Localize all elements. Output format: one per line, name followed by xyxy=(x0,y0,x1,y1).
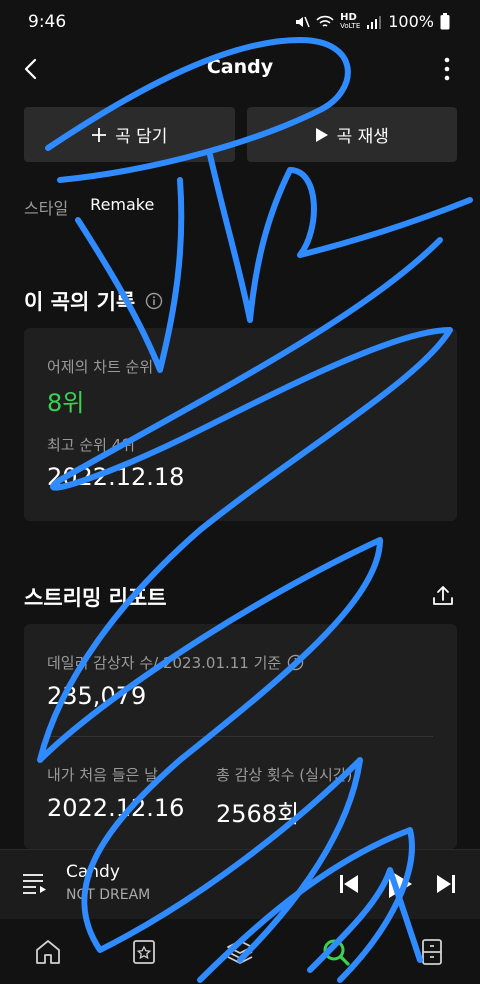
bottom-navigation xyxy=(0,919,480,984)
now-playing-artist: NCT DREAM xyxy=(66,887,151,903)
scribble-stroke-3 xyxy=(207,152,473,323)
daily-listeners-value: 235,079 xyxy=(47,682,147,710)
add-song-button[interactable]: 곡 담기 xyxy=(24,107,235,162)
plus-icon xyxy=(92,127,107,142)
more-options-button[interactable] xyxy=(430,52,464,86)
chart-rank-value: 8위 xyxy=(47,389,85,417)
style-row: 스타일 Remake xyxy=(24,195,154,219)
nav-storage[interactable] xyxy=(412,932,452,972)
status-bar: 9:46 HD VoLTE 100% xyxy=(0,0,480,44)
style-label: 스타일 xyxy=(24,199,69,218)
status-icons: HD VoLTE 100% xyxy=(294,12,450,31)
storage-icon xyxy=(422,938,442,965)
page-title: Candy xyxy=(206,56,274,78)
playlist-icon[interactable] xyxy=(22,872,48,894)
mute-icon xyxy=(296,16,310,27)
chart-rank-label: 어제의 차트 순위 xyxy=(47,358,154,376)
best-rank-date: 2022.12.18 xyxy=(47,463,185,491)
play-icon[interactable] xyxy=(386,868,414,900)
record-section-title: 이 곡의 기록 xyxy=(24,286,163,316)
network-label: HD VoLTE xyxy=(340,11,361,30)
info-icon[interactable] xyxy=(287,654,304,671)
report-section-title: 스트리밍 리포트 xyxy=(24,582,167,612)
library-icon xyxy=(133,939,155,964)
play-icon xyxy=(315,127,328,142)
nav-home[interactable] xyxy=(28,932,68,972)
daily-listeners-label: 데일리 감상자 수/ 2023.01.11 기준 xyxy=(47,654,282,672)
style-value[interactable]: Remake xyxy=(90,195,154,219)
next-icon[interactable] xyxy=(434,872,458,896)
share-icon[interactable] xyxy=(431,584,455,608)
record-title: 이 곡의 기록 xyxy=(24,290,136,314)
battery-icon xyxy=(440,13,450,30)
total-plays-value: 2568회 xyxy=(216,800,300,828)
report-title: 스트리밍 리포트 xyxy=(24,586,167,610)
home-icon xyxy=(36,939,60,964)
info-icon[interactable] xyxy=(145,292,163,310)
search-icon xyxy=(323,939,350,966)
first-listen-value: 2022.12.16 xyxy=(47,794,185,822)
play-song-button[interactable]: 곡 재생 xyxy=(246,107,457,162)
daily-listeners-label-row: 데일리 감상자 수/ 2023.01.11 기준 xyxy=(47,652,304,673)
nav-library[interactable] xyxy=(124,932,164,972)
mini-player[interactable]: Candy NCT DREAM xyxy=(0,849,480,920)
nav-discover[interactable] xyxy=(220,932,260,972)
nav-search[interactable] xyxy=(316,932,356,972)
battery-percent: 100% xyxy=(388,12,434,31)
total-plays-label: 총 감상 횟수 (실시간) xyxy=(216,766,353,784)
previous-icon[interactable] xyxy=(337,872,361,896)
play-song-label: 곡 재생 xyxy=(336,127,389,147)
report-card: 데일리 감상자 수/ 2023.01.11 기준 235,079 내가 처음 들… xyxy=(24,624,457,849)
top-bar: Candy xyxy=(0,44,480,94)
wifi-icon xyxy=(316,15,334,27)
signal-icon xyxy=(367,15,382,29)
first-listen-label: 내가 처음 들은 날 xyxy=(47,766,158,784)
action-row: 곡 담기 곡 재생 xyxy=(24,107,457,162)
best-rank-label: 최고 순위 4위 xyxy=(47,436,136,454)
now-playing-title: Candy xyxy=(66,862,120,882)
status-time: 9:46 xyxy=(28,12,67,32)
report-divider xyxy=(48,736,433,737)
more-vertical-icon xyxy=(444,57,450,81)
record-card: 어제의 차트 순위 8위 최고 순위 4위 2022.12.18 xyxy=(24,328,457,521)
add-song-label: 곡 담기 xyxy=(115,127,168,147)
layers-icon xyxy=(227,939,253,964)
